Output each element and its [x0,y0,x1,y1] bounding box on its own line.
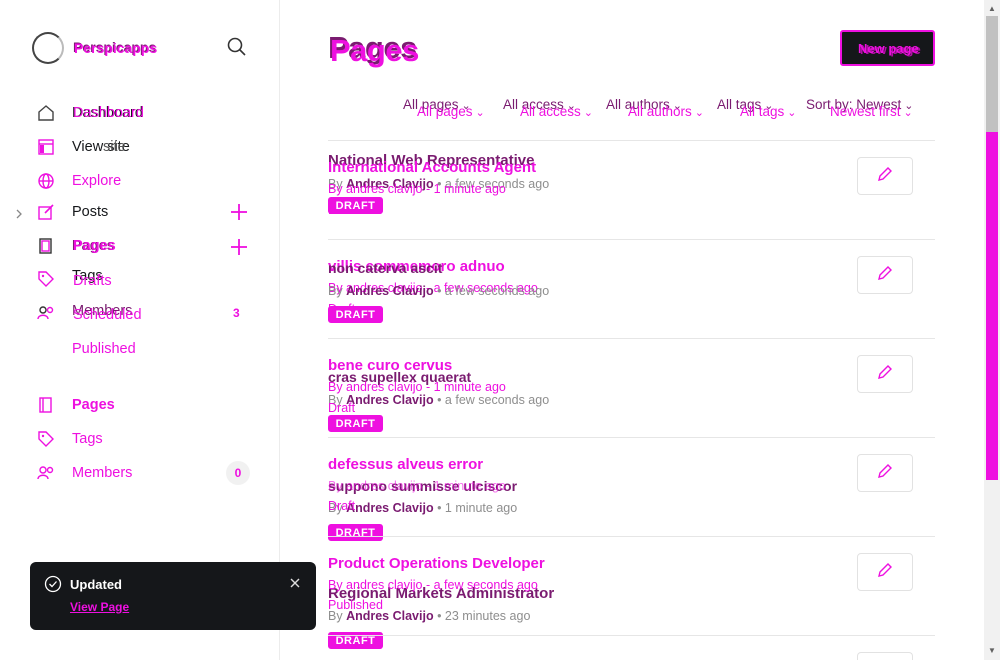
row-6-edit-button[interactable] [857,652,913,660]
add-post-icon[interactable] [229,202,249,222]
toast-view-link[interactable]: View Page [70,600,129,614]
nav-posts[interactable]: Posts [36,200,108,224]
scroll-down-icon[interactable]: ▼ [986,644,998,658]
nav-drafts-label[interactable]: Drafts [73,273,112,289]
chevron-right-icon[interactable] [14,206,24,219]
members-count-badge: 0 [226,461,250,485]
row-4-title-a[interactable]: defessus alveus error [328,456,483,473]
nav-dashboard-overlay: Dashboard [73,105,144,121]
page-title-overlay: Pages [330,33,419,68]
filter-sort-alt[interactable]: Newest first [830,104,913,119]
row-5-edit-button[interactable] [857,553,913,591]
add-page-icon[interactable] [229,237,249,257]
row-4-badge: DRAFT [328,524,383,541]
filter-tag-alt[interactable]: All tags [740,104,797,119]
row-divider [328,239,935,240]
pencil-icon [876,363,894,386]
nav-posts-label: Posts [72,204,109,220]
nav-view-site-overlay: site [103,139,126,155]
nav-pages[interactable]: Pages [36,393,115,417]
nav-members2-label: Members [72,465,133,481]
sidebar: Perspicapps Perspicapps Dashboard Dashbo… [0,0,316,660]
row-4-status: Draft [328,499,356,513]
nav-scheduled-label[interactable]: Scheduled [73,307,142,323]
row-divider [328,536,935,537]
row-5-title-a[interactable]: Product Operations Developer [328,555,545,572]
brand-name: Perspicapps [74,40,158,56]
brand-logo [32,32,64,64]
nav-tags2-label: Tags [72,431,103,447]
pencil-icon [876,165,894,188]
new-page-button-label: New page [858,41,919,56]
scroll-up-icon[interactable]: ▲ [986,2,998,16]
brand[interactable]: Perspicapps Perspicapps [32,32,157,64]
nav-pages2-label: Pages [72,397,115,413]
page-icon [36,236,56,256]
toast-notification: Updated View Page [30,562,316,630]
tag-icon [36,269,56,289]
nav-explore-label: Explore [72,173,122,189]
nav-pages-overlay: Pages [73,238,116,254]
row-4-meta-b: By Andres Clavijo • 1 minute ago [328,501,518,515]
row-5-meta-a: By andres clavijo - a few seconds ago [328,578,538,592]
nav-members[interactable]: Members [36,461,132,485]
filter-author-alt[interactable]: All authors [628,104,704,119]
row-1-badge: DRAFT [328,197,383,214]
nav-tags[interactable]: Tags [36,427,103,451]
members-count: 3 [233,306,240,320]
page-icon [36,395,56,415]
search-icon[interactable] [226,36,248,58]
edit-icon [36,202,56,222]
row-divider [328,437,935,438]
tag-icon [36,429,56,449]
row-2-badge: DRAFT [328,306,383,323]
home-icon [36,103,56,123]
scrollbar-thumb[interactable] [986,16,998,132]
row-4-meta-a: By andres clavijo - 1 minute ago [328,479,506,493]
row-4-edit-button[interactable] [857,454,913,492]
pencil-icon [876,561,894,584]
row-2-meta-b: By Andres Clavijo • a few seconds ago [328,284,550,298]
toast-title: Updated [70,577,122,592]
row-divider [328,338,935,339]
close-icon[interactable] [288,576,302,590]
row-2-edit-button[interactable] [857,256,913,294]
row-2-title-b[interactable]: non caterva ascit [328,260,442,276]
row-3-badge: DRAFT [328,415,383,432]
row-5-status: Published [328,598,383,612]
row-3-status: Draft [328,401,356,415]
row-3-edit-button[interactable] [857,355,913,393]
row-1-meta-b: By andres clavijo - 1 minute ago [328,182,506,196]
members-icon [36,303,56,323]
new-page-button[interactable]: New page New page [840,30,935,66]
pencil-icon [876,462,894,485]
browser-icon [36,137,56,157]
row-3-meta-a: By andres clavijo - 1 minute ago [328,380,506,394]
filter-type-alt[interactable]: All pages [417,104,485,119]
row-1-edit-button[interactable] [857,157,913,195]
row-divider [328,140,935,141]
nav-explore[interactable]: Explore [36,169,121,193]
scrollbar-highlight [986,132,998,480]
filter-access-alt[interactable]: All access [520,104,593,119]
nav-published-label[interactable]: Published [72,341,136,357]
pencil-icon [876,264,894,287]
row-divider [328,635,935,636]
globe-icon [36,171,56,191]
check-circle-icon [44,575,62,593]
row-1-title-b[interactable]: International Accounts Agent [328,159,536,176]
members-icon [36,463,56,483]
row-3-meta-b: By Andres Clavijo • a few seconds ago [328,393,550,407]
